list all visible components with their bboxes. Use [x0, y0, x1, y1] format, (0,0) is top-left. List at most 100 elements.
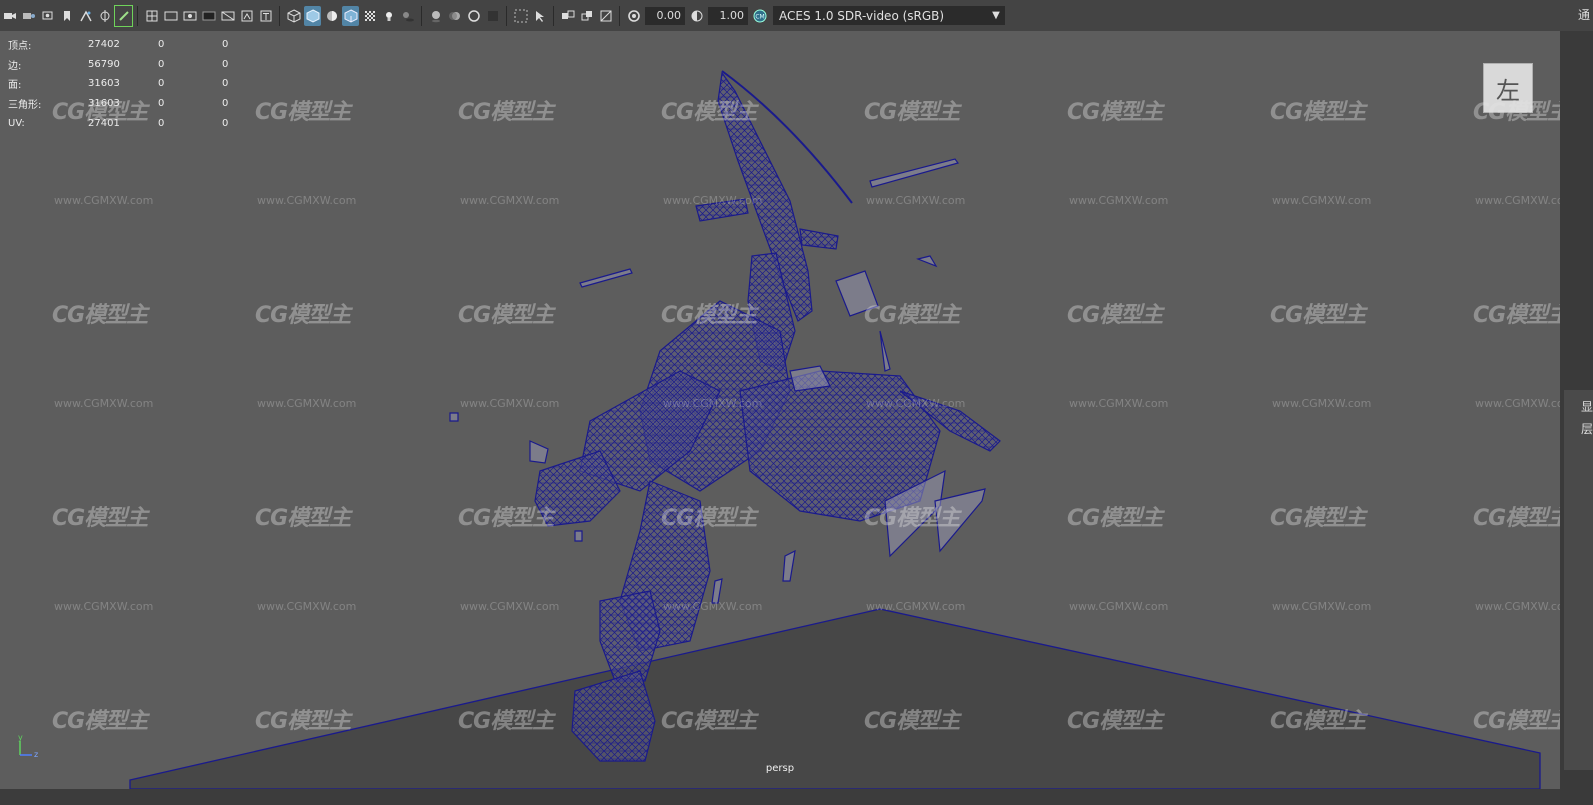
color-space-label: ACES 1.0 SDR-video (sRGB): [779, 8, 945, 23]
hud-component: 0: [222, 39, 229, 51]
shade-default-icon[interactable]: [323, 6, 340, 26]
watermark-logo: CG模型主: [1270, 303, 1366, 328]
right-panel-layer[interactable]: 层: [1560, 420, 1593, 437]
grid-icon[interactable]: [143, 6, 160, 26]
watermark-url: www.CGMXW.com: [54, 194, 154, 207]
watermark-logo: CG模型主: [52, 709, 148, 734]
safe-action-icon[interactable]: [238, 6, 255, 26]
hud-component: 0: [222, 117, 229, 129]
depth-of-field-icon[interactable]: [484, 6, 501, 26]
perspective-viewport[interactable]: 顶点: 27402 0 0 边: 56790 0 0 面: 31603 0 0 …: [0, 31, 1560, 789]
film-gate-icon[interactable]: [162, 6, 179, 26]
right-panel-pane: [1564, 390, 1593, 770]
watermark-url: www.CGMXW.com: [866, 600, 966, 613]
watermark-url: www.CGMXW.com: [1069, 194, 1169, 207]
field-chart-icon[interactable]: [219, 6, 236, 26]
axis-z-label: z: [34, 750, 38, 759]
ground-plane: [129, 608, 1541, 789]
maya-window: 0.00 1.00 CM ACES 1.0 SDR-video (sRGB) ▼…: [0, 0, 1593, 805]
watermark-url: www.CGMXW.com: [1475, 600, 1560, 613]
watermark-logo: CG模型主: [1067, 100, 1163, 125]
watermark-logo: CG模型主: [1473, 100, 1560, 125]
watermark-url: www.CGMXW.com: [1069, 397, 1169, 410]
camera-icon[interactable]: [1, 6, 18, 26]
lights-icon[interactable]: [380, 6, 397, 26]
hud-value: 31603: [88, 78, 120, 90]
watermark-logo: CG模型主: [661, 303, 757, 328]
safe-title-icon[interactable]: [257, 6, 274, 26]
watermark-logo: CG模型主: [52, 303, 148, 328]
hud-row-vertices: 顶点: 27402 0 0: [8, 35, 252, 55]
bookmark2-icon[interactable]: [58, 6, 75, 26]
hud-value: 56790: [88, 58, 120, 70]
camera-attr-icon[interactable]: [20, 6, 37, 26]
gate-mask-icon[interactable]: [200, 6, 217, 26]
hud-component: 0: [222, 78, 229, 90]
axis-gizmo: y z: [18, 733, 38, 759]
gamma-field[interactable]: 1.00: [708, 6, 748, 25]
watermark-logo: CG模型主: [864, 303, 960, 328]
watermark-logo: CG模型主: [458, 303, 554, 328]
pencil-icon[interactable]: [114, 4, 133, 27]
backface-icon[interactable]: [597, 6, 614, 26]
exposure-field[interactable]: 0.00: [645, 6, 685, 25]
watermark-url: www.CGMXW.com: [663, 397, 763, 410]
floating-shard: [449, 412, 459, 422]
xray-icon[interactable]: [361, 6, 378, 26]
watermark-logo: CG模型主: [661, 709, 757, 734]
watermark-logo: CG模型主: [1473, 709, 1560, 734]
axis-y-label: y: [18, 733, 23, 742]
watermark-logo: CG模型主: [1270, 100, 1366, 125]
viewport-toolbar: 0.00 1.00 CM ACES 1.0 SDR-video (sRGB) ▼: [0, 0, 1560, 32]
right-panel-tab[interactable]: 通: [1560, 0, 1593, 31]
watermark-url: www.CGMXW.com: [54, 600, 154, 613]
watermark-logo: CG模型主: [1473, 303, 1560, 328]
watermark-logo: CG模型主: [1270, 709, 1366, 734]
gamma-icon[interactable]: [688, 6, 705, 26]
isolate-icon[interactable]: [512, 6, 529, 26]
toolbar-separator: [553, 5, 554, 26]
hud-component: 0: [222, 98, 229, 110]
shadows-icon[interactable]: [399, 6, 416, 26]
floating-shard: [574, 530, 583, 542]
floating-shard: [782, 549, 796, 582]
watermark-url: www.CGMXW.com: [866, 397, 966, 410]
xray-joints-icon[interactable]: [559, 6, 576, 26]
wireframe-icon[interactable]: [285, 6, 302, 26]
anti-alias-icon[interactable]: [465, 6, 482, 26]
smooth-shade-icon[interactable]: [304, 5, 321, 26]
chevron-down-icon: ▼: [992, 10, 1000, 21]
pivot-icon[interactable]: [96, 6, 113, 26]
hud-selected: 0: [158, 98, 165, 110]
watermark-url: www.CGMXW.com: [866, 194, 966, 207]
floating-shard: [579, 268, 633, 288]
channel-box-edge: 通 显 层: [1560, 0, 1593, 805]
floating-shard: [869, 158, 960, 188]
color-management-icon[interactable]: CM: [751, 6, 768, 26]
floating-shard: [916, 255, 938, 268]
color-space-dropdown[interactable]: ACES 1.0 SDR-video (sRGB) ▼: [773, 6, 1005, 25]
watermark-url: www.CGMXW.com: [1272, 194, 1372, 207]
motion-blur-icon[interactable]: [446, 6, 463, 26]
watermark-logo: CG模型主: [864, 709, 960, 734]
right-panel-display[interactable]: 显: [1560, 398, 1593, 415]
resolution-gate-icon[interactable]: [181, 6, 198, 26]
watermark-logo: CG模型主: [255, 303, 351, 328]
wireframe-on-shaded-icon[interactable]: [342, 5, 359, 26]
watermark-url: www.CGMXW.com: [1475, 397, 1560, 410]
exposure-icon[interactable]: [625, 6, 642, 26]
image-plane-icon[interactable]: [77, 6, 94, 26]
select-camera-icon[interactable]: [531, 6, 548, 26]
hud-value: 27402: [88, 39, 120, 51]
hud-component: 0: [222, 58, 229, 70]
watermark-logo: CG模型主: [1067, 506, 1163, 531]
toolbar-separator: [421, 5, 422, 26]
watermark-url: www.CGMXW.com: [54, 397, 154, 410]
watermark-url: www.CGMXW.com: [257, 194, 357, 207]
ambient-occlusion-icon[interactable]: [427, 6, 444, 26]
xray-active-icon[interactable]: [578, 6, 595, 26]
hud-label: 顶点:: [8, 41, 32, 53]
bookmark-icon[interactable]: [39, 6, 56, 26]
hud-selected: 0: [158, 58, 165, 70]
toolbar-separator: [506, 5, 507, 26]
